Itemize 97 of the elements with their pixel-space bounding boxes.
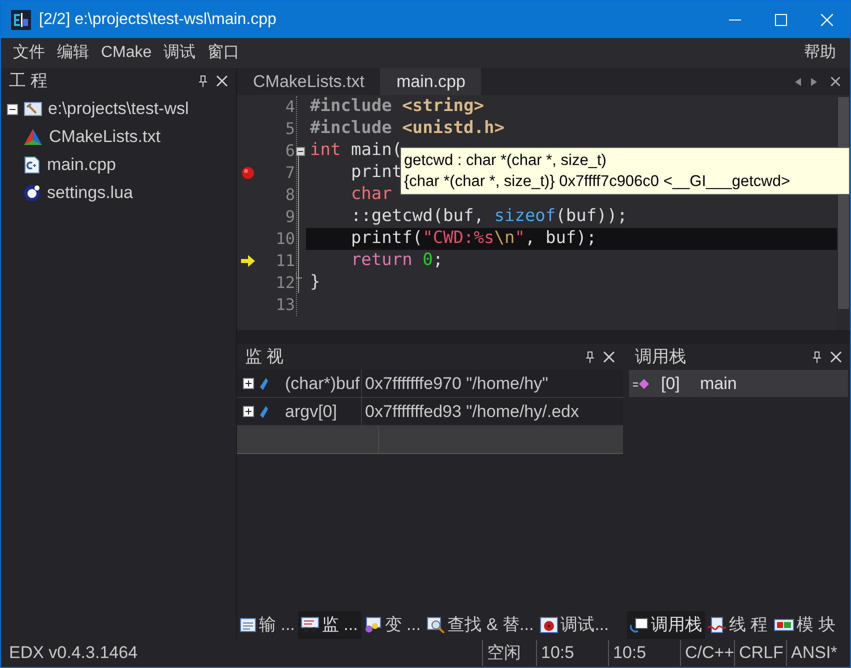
line-number: 6 [284, 140, 295, 162]
collapse-icon[interactable] [296, 146, 305, 156]
code-token: return [350, 249, 414, 272]
debug-icon [540, 617, 558, 633]
panel-tab[interactable]: 模 块 [770, 611, 838, 639]
menu-item[interactable]: 窗口 [202, 41, 246, 65]
window-title: [2/2] e:\projects\test-wsl\main.cpp [39, 10, 276, 30]
tooltip-line: {char *(char *, size_t)} 0x7ffff7c906c0 <__GI___getcwd> [404, 172, 792, 192]
code-token: print [350, 161, 402, 184]
status-field: 空闲 [482, 640, 536, 666]
menu-item[interactable]: CMake [95, 41, 158, 65]
status-field: ANSI* [786, 640, 850, 666]
variable-icon [260, 378, 268, 390]
breakpoint-icon[interactable] [241, 166, 255, 180]
frame-level: [0] [661, 372, 681, 395]
collapse-icon[interactable] [7, 104, 18, 114]
tree-item[interactable]: main.cpp [47, 152, 116, 178]
panel-tab[interactable]: 线 程 [705, 611, 771, 639]
threads-icon [708, 617, 726, 633]
tree-item[interactable]: CMakeLists.txt [49, 124, 160, 150]
code-token: ::getcwd(buf, [350, 205, 485, 228]
callstack-icon [630, 617, 648, 633]
close-icon[interactable] [216, 75, 228, 87]
panel-tab[interactable]: 查找 & 替... [424, 611, 537, 639]
file-icon [23, 156, 41, 174]
line-number: 11 [274, 250, 295, 272]
output-icon [240, 618, 256, 632]
panel-title: 工 程 [9, 70, 49, 92]
code-token: ; [432, 249, 444, 272]
pin-icon[interactable] [585, 351, 595, 363]
code-token: 0 [422, 249, 433, 272]
code-token: char [350, 183, 392, 206]
line-number: 13 [274, 294, 295, 316]
line-number: 8 [284, 184, 295, 206]
menu-item[interactable]: 调试 [158, 41, 202, 65]
status-field: 10:5 [536, 640, 608, 666]
frame-function: main [699, 372, 737, 395]
panel-tab[interactable]: 调试... [536, 611, 612, 639]
code-token: } [310, 271, 320, 294]
file-icon [23, 184, 41, 202]
editor-tab[interactable]: main.cpp [380, 68, 482, 95]
menu-item[interactable]: 文件 [7, 41, 51, 65]
code-token: <unistd.h> [402, 117, 504, 140]
menu-item[interactable]: 帮助 [796, 41, 844, 65]
panel-title: 调用栈 [635, 346, 687, 368]
line-number: 5 [284, 118, 295, 140]
code-token: \n [494, 227, 515, 250]
expand-icon[interactable] [243, 378, 254, 389]
code-token: #include [310, 117, 393, 140]
menu-item[interactable]: 编辑 [51, 41, 95, 65]
watch-name-cell-text: argv[0] [284, 400, 338, 423]
line-number: 10 [274, 228, 295, 250]
modules-icon [774, 618, 794, 632]
panel-tab[interactable]: 调用栈 [627, 611, 705, 639]
expand-icon[interactable] [243, 406, 254, 417]
status-field: C/C++ [680, 640, 734, 666]
panel-tab[interactable]: 监 ... [298, 611, 361, 639]
status-field: CRLF [734, 640, 786, 666]
find-icon [426, 617, 445, 633]
panel-tab[interactable]: 输 ... [237, 611, 298, 639]
call-stack-row[interactable]: [0] main [629, 370, 848, 397]
status-field: 10:5 [608, 640, 680, 666]
version-label: EDX v0.4.3.1464 [8, 642, 139, 664]
code-token: (buf)); [556, 205, 628, 228]
panel-tab[interactable]: 变 ... [360, 611, 424, 639]
variable-icon [260, 406, 268, 418]
code-token: " [514, 227, 525, 250]
tree-item[interactable]: e:\projects\test-wsl [48, 96, 189, 122]
close-icon[interactable] [830, 351, 842, 363]
file-icon [23, 128, 43, 146]
code-token: printf( [350, 227, 423, 250]
tree-item[interactable]: settings.lua [47, 180, 133, 206]
line-number: 9 [284, 206, 295, 228]
close-icon[interactable] [831, 77, 840, 86]
line-number: 4 [284, 96, 295, 118]
scroll-left-icon[interactable] [795, 78, 801, 86]
watch-name-cell-text: (char*)buf [284, 372, 361, 395]
project-icon [24, 101, 42, 117]
frame-icon [633, 378, 649, 390]
code-token: <string> [402, 95, 484, 118]
code-token: sizeof [494, 205, 556, 228]
variables-icon [364, 617, 382, 633]
scroll-right-icon[interactable] [811, 78, 817, 86]
line-number: 12 [274, 272, 295, 294]
pin-icon[interactable] [812, 351, 822, 363]
code-token: int [310, 139, 341, 162]
close-icon[interactable] [603, 351, 615, 363]
line-number: 7 [284, 162, 295, 184]
app-logo-icon [11, 10, 31, 30]
pin-icon[interactable] [198, 75, 208, 87]
code-token: #include [310, 95, 393, 118]
code-token: , buf); [524, 227, 597, 250]
tooltip-line: getcwd : char *(char *, size_t) [404, 151, 608, 171]
code-token: "CWD:%s [422, 227, 494, 250]
panel-title: 监 视 [245, 346, 285, 368]
watch-icon [300, 617, 319, 633]
code-token: main( [350, 139, 402, 162]
